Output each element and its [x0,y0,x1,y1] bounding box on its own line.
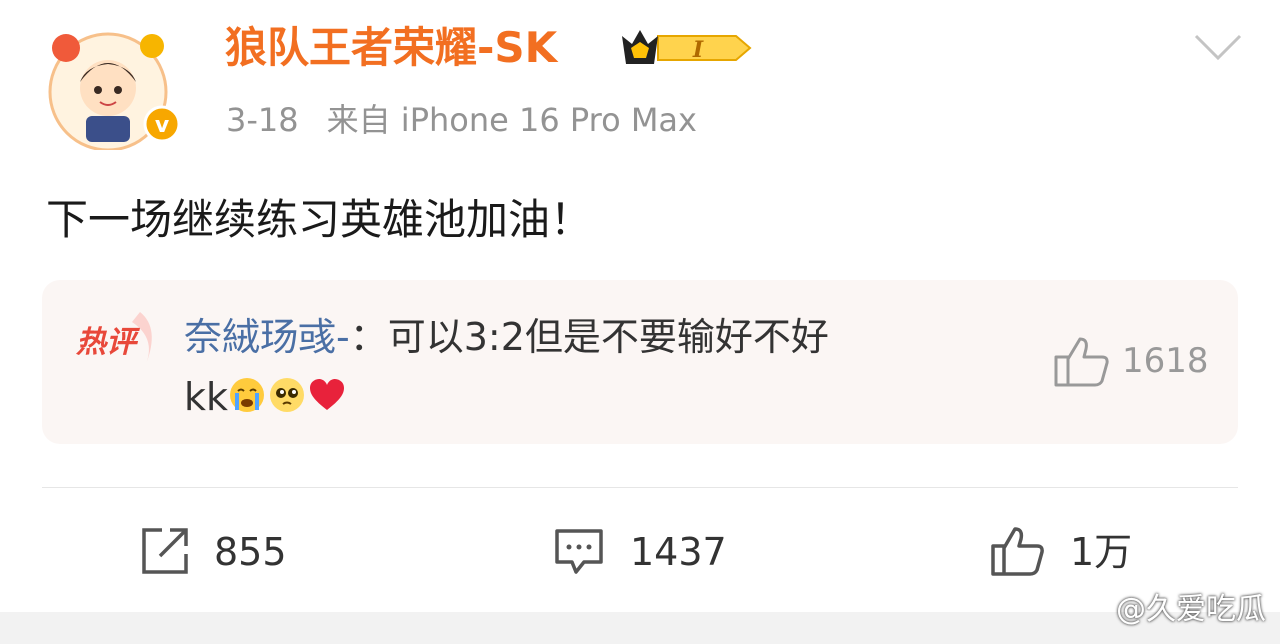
like-count: 1万 [1070,530,1133,574]
comment-separator: ： [349,315,388,359]
comment-icon [555,529,603,574]
hot-comment-label-text: 热评 [75,325,141,360]
post-source: 来自 iPhone 16 Pro Max [326,101,697,139]
comment-text-line2: kk [184,375,229,419]
comment-button[interactable]: 1437 [554,522,734,582]
hot-comment-like-button[interactable] [1052,335,1112,389]
svg-text:v: v [155,113,170,138]
hot-comment-card[interactable]: 热评 奈絨玚彧-：可以3:2但是不要输好不好 kk 1618 [42,280,1238,444]
author-avatar[interactable]: v [46,30,186,152]
post-date: 3-18 [226,101,299,139]
comment-text-line1: 可以3:2但是不要输好不好 [387,315,829,359]
repost-button[interactable]: 855 [140,522,300,582]
thumbs-up-icon [991,527,1044,576]
chevron-down-icon[interactable] [1190,26,1246,66]
post-meta: 3-18 来自 iPhone 16 Pro Max [226,98,697,142]
pleading-face-icon [270,378,305,412]
repost-icon [142,528,188,574]
hot-comment-like-count: 1618 [1122,341,1209,381]
like-button[interactable]: 1万 [990,522,1150,582]
post-text: 下一场继续练习英雄池加油！ [46,195,593,244]
watermark: @久爱吃瓜 [1116,592,1266,627]
divider [42,487,1238,488]
commenter-name[interactable]: 奈絨玚彧- [184,315,350,359]
footer-bar [0,612,1280,644]
hot-comment-label: 热评 [70,308,164,368]
comment-count: 1437 [630,530,727,574]
author-name[interactable]: 狼队王者荣耀-SK [225,18,557,78]
red-heart-icon [310,379,345,410]
hot-comment-text-line2: kk [184,370,348,424]
hot-comment-text: 奈絨玚彧-：可以3:2但是不要输好不好 [184,310,829,364]
repost-count: 855 [214,530,287,574]
crying-face-icon [230,378,265,412]
badge-level: I [692,37,704,63]
member-badge-icon[interactable]: I [618,24,754,72]
